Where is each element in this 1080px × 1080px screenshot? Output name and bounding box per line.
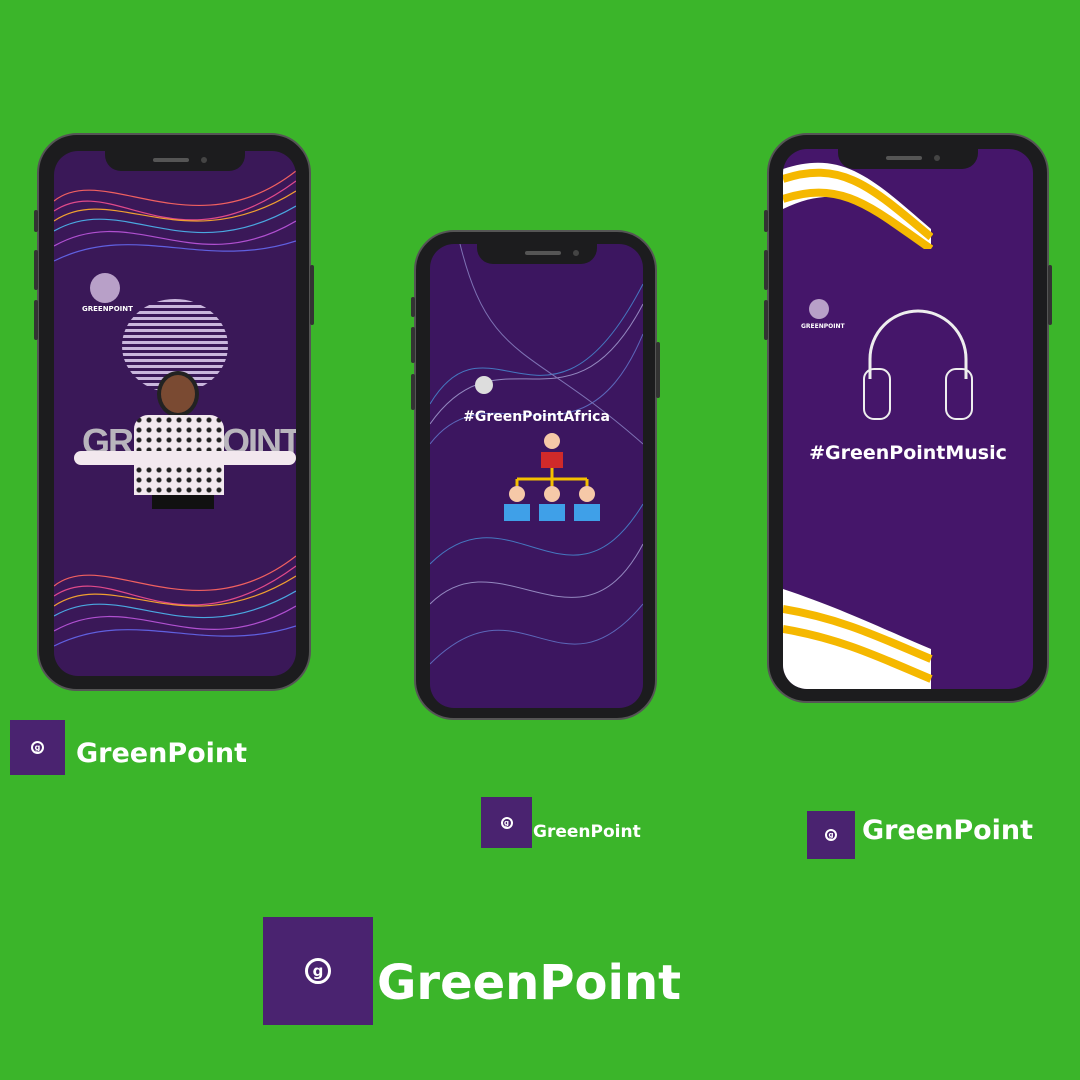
g-logo-icon: g <box>825 829 837 841</box>
greenpoint-logo-tile: g <box>481 797 532 848</box>
g-logo-icon: g <box>31 741 44 754</box>
g-logo-icon: g <box>500 816 513 829</box>
africa-logo-icon <box>475 376 493 394</box>
greenpoint-small-logo <box>809 299 829 319</box>
greenpoint-logo-tile: g <box>263 917 373 1025</box>
hashtag-greenpointmusic: #GreenPointMusic <box>809 442 1007 464</box>
brand-label: GreenPoint <box>76 738 248 769</box>
woman-photo <box>74 371 296 511</box>
headphones-icon <box>863 309 973 420</box>
brand-label: GreenPoint <box>377 955 682 1011</box>
yellow-wave-bottom <box>783 589 933 689</box>
phone-notch <box>476 244 597 264</box>
phone-screen: GREENPOINT #GreenPointMusic <box>783 149 1033 689</box>
small-logo-text: GREENPOINT <box>801 323 845 330</box>
wave-pattern-top <box>54 170 296 262</box>
phone-notch <box>838 149 978 169</box>
hashtag-greenpointafrica: #GreenPointAfrica <box>463 409 610 425</box>
phone-screen: GREENPOINT GREENPOINT <box>54 151 296 676</box>
phone-mockup-right: GREENPOINT #GreenPointMusic <box>764 133 1052 703</box>
g-logo-icon: g <box>305 958 331 984</box>
org-chart-icon <box>504 433 600 521</box>
phone-mockup-left: GREENPOINT GREENPOINT <box>34 133 314 691</box>
greenpoint-small-logo <box>90 273 120 303</box>
brand-label: GreenPoint <box>862 815 1034 846</box>
small-logo-text: GREENPOINT <box>82 305 133 313</box>
phone-notch <box>105 151 245 171</box>
phone-mockup-middle: #GreenPointAfrica <box>411 230 660 720</box>
greenpoint-logo-tile: g <box>10 720 65 775</box>
phone-screen: #GreenPointAfrica <box>430 244 643 708</box>
wave-pattern-bottom <box>54 555 296 647</box>
brand-label: GreenPoint <box>533 822 641 842</box>
greenpoint-logo-tile: g <box>807 811 855 859</box>
